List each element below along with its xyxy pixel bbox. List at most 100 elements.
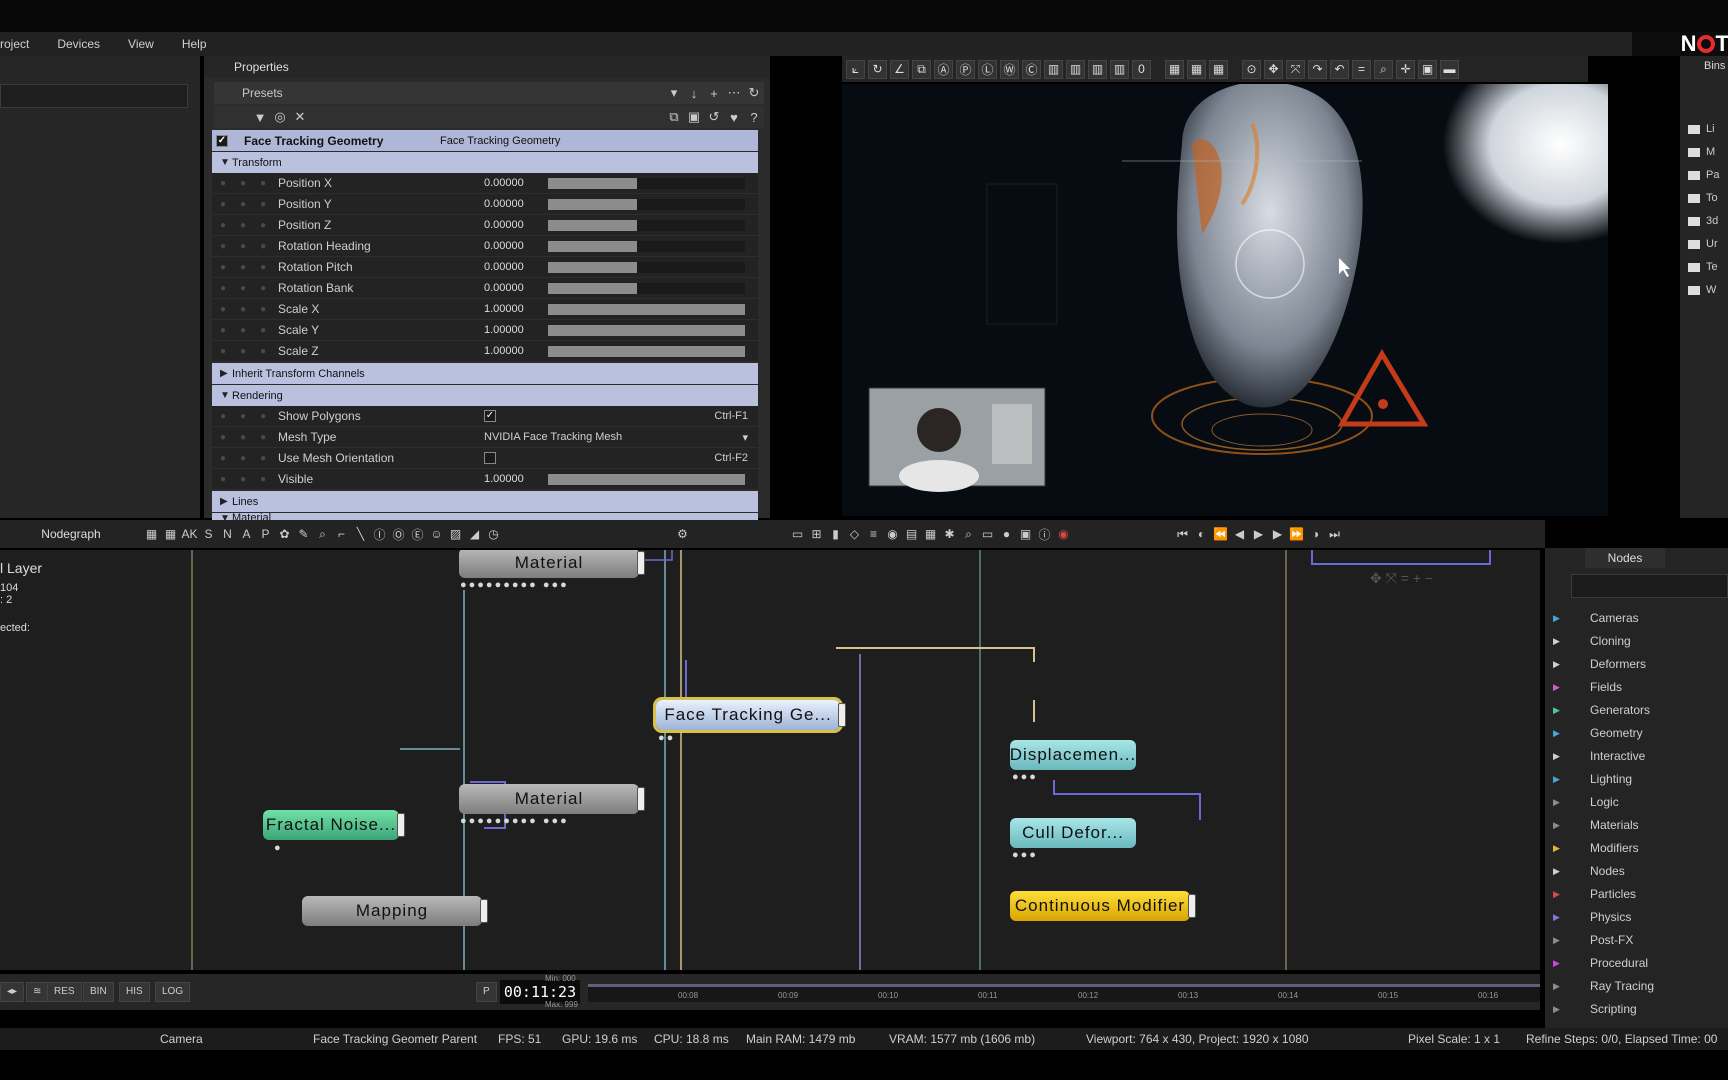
node-category-generators[interactable]: ▶ Generators bbox=[1553, 700, 1650, 720]
grid-a-icon[interactable]: ▦ bbox=[142, 525, 161, 543]
prop-row-rotation-bank[interactable]: ●●● Rotation Bank 0.00000 bbox=[212, 278, 758, 299]
step-forward-icon[interactable]: ▶ bbox=[1268, 525, 1287, 543]
node-category-cameras[interactable]: ▶ Cameras bbox=[1553, 608, 1639, 628]
play-mode-button[interactable]: P bbox=[476, 982, 497, 1002]
grid-1-icon[interactable]: ▥ bbox=[1044, 59, 1063, 79]
target-icon[interactable]: ◎ bbox=[270, 108, 290, 126]
mesh-type-select[interactable]: NVIDIA Face Tracking Mesh bbox=[484, 431, 622, 443]
prop-row-mesh-type[interactable]: ●●● Mesh Type NVIDIA Face Tracking Mesh … bbox=[212, 427, 758, 448]
material-mid-sockets[interactable]: ●●●●●●●●● ●●● bbox=[460, 815, 569, 827]
pan-icon[interactable]: ✛ bbox=[1396, 59, 1415, 79]
help-icon[interactable]: ? bbox=[744, 108, 764, 126]
prop-slider[interactable] bbox=[548, 177, 745, 189]
node-category-modifiers[interactable]: ▶ Modifiers bbox=[1553, 838, 1639, 858]
l-icon[interactable]: Ⓛ bbox=[978, 59, 997, 79]
rot-icon[interactable]: ▦ bbox=[1187, 59, 1206, 79]
move-icon[interactable]: ✥ bbox=[1264, 59, 1283, 79]
prop-row-position-z[interactable]: ●●● Position Z 0.00000 bbox=[212, 215, 758, 236]
paint-icon[interactable]: ✎ bbox=[294, 525, 313, 543]
prop-slider[interactable] bbox=[548, 261, 745, 273]
wire-icon[interactable]: ⌐ bbox=[332, 525, 351, 543]
material-top-sockets[interactable]: ●●●●●●●●● ●●● bbox=[460, 579, 569, 591]
visible-slider[interactable] bbox=[548, 473, 745, 485]
displacement-sockets[interactable]: ●●● bbox=[1012, 771, 1038, 783]
more-icon[interactable]: ⋯ bbox=[724, 84, 744, 102]
prop-slider[interactable] bbox=[548, 303, 745, 315]
cull-deformer-sockets[interactable]: ●●● bbox=[1012, 849, 1038, 861]
prop-value[interactable]: 1.00000 bbox=[484, 345, 542, 357]
filter-icon[interactable]: ▼ bbox=[250, 108, 270, 126]
node-category-fields[interactable]: ▶ Fields bbox=[1553, 677, 1622, 697]
prop-row-scale-x[interactable]: ●●● Scale X 1.00000 bbox=[212, 299, 758, 320]
cube-icon[interactable]: ◇ bbox=[845, 525, 864, 543]
prop-row-rotation-heading[interactable]: ●●● Rotation Heading 0.00000 bbox=[212, 236, 758, 257]
clear-icon[interactable]: ✕ bbox=[290, 108, 310, 126]
menu-devices[interactable]: Devices bbox=[43, 37, 114, 51]
paste-icon[interactable]: ▣ bbox=[684, 108, 704, 126]
node-category-materials[interactable]: ▶ Materials bbox=[1553, 815, 1639, 835]
zoom-icon[interactable]: ⌕ bbox=[1374, 59, 1393, 79]
grid-3-icon[interactable]: ▥ bbox=[1088, 59, 1107, 79]
res-button[interactable]: RES bbox=[47, 982, 82, 1002]
scale-icon[interactable]: ⧉ bbox=[912, 59, 931, 79]
prop-value[interactable]: 0.00000 bbox=[484, 240, 542, 252]
alert-icon[interactable]: ⓘ bbox=[1035, 525, 1054, 543]
camera-icon[interactable]: ▣ bbox=[1418, 59, 1437, 79]
dropdown-arrow-icon[interactable]: ▾ bbox=[664, 84, 684, 102]
tool-n[interactable]: N bbox=[218, 525, 237, 543]
log-button[interactable]: LOG bbox=[155, 982, 191, 1002]
left-search-input[interactable] bbox=[0, 84, 188, 108]
prop-value[interactable]: 1.00000 bbox=[484, 324, 542, 336]
film-icon[interactable]: ▤ bbox=[902, 525, 921, 543]
download-icon[interactable]: ↓ bbox=[684, 84, 704, 102]
scope-button[interactable]: ◂▸ bbox=[0, 982, 25, 1002]
redo-icon[interactable]: ↷ bbox=[1308, 59, 1327, 79]
prop-row-scale-y[interactable]: ●●● Scale Y 1.00000 bbox=[212, 320, 758, 341]
fast-forward-icon[interactable]: ⏩ bbox=[1287, 525, 1306, 543]
bin-item[interactable]: Ur bbox=[1688, 237, 1728, 251]
prop-slider[interactable] bbox=[548, 324, 745, 336]
loop-end-icon[interactable]: ◑ bbox=[1306, 525, 1325, 543]
zero-icon[interactable]: 0 bbox=[1132, 59, 1151, 79]
node-continuous-modifier[interactable]: Continuous Modifier bbox=[1010, 891, 1196, 921]
node-material-mid[interactable]: Material bbox=[459, 784, 645, 814]
nodes-search-input[interactable] bbox=[1571, 574, 1728, 598]
nodegraph-tab[interactable]: Nodegraph bbox=[0, 527, 142, 541]
skip-end-icon[interactable]: ⏭ bbox=[1325, 525, 1344, 543]
menu-project[interactable]: roject bbox=[0, 37, 43, 51]
scl-icon[interactable]: ▦ bbox=[1209, 59, 1228, 79]
vr-icon[interactable]: ▭ bbox=[978, 525, 997, 543]
skip-start-icon[interactable]: ⏮ bbox=[1173, 525, 1192, 543]
prop-value[interactable]: 0.00000 bbox=[484, 198, 542, 210]
bin-item[interactable]: Pa bbox=[1688, 168, 1728, 182]
render-viewport[interactable] bbox=[842, 84, 1608, 516]
node-category-logic[interactable]: ▶ Logic bbox=[1553, 792, 1619, 812]
tool-s[interactable]: S bbox=[199, 525, 218, 543]
menu-help[interactable]: Help bbox=[168, 37, 221, 51]
bin-item[interactable]: Te bbox=[1688, 260, 1728, 274]
section-inherit-transform[interactable]: ▶ Inherit Transform Channels bbox=[212, 363, 758, 384]
expand-icon[interactable]: ⤧ bbox=[1286, 59, 1305, 79]
bin-item[interactable]: To bbox=[1688, 191, 1728, 205]
tool-ak[interactable]: AK bbox=[180, 525, 199, 543]
nodes-tab[interactable]: Nodes bbox=[1585, 548, 1665, 568]
res-icon[interactable]: ▭ bbox=[788, 525, 807, 543]
node-cull-deformer[interactable]: Cull Defor... bbox=[1010, 818, 1136, 848]
node-face-tracking-geometry[interactable]: Face Tracking Ge... bbox=[653, 697, 846, 733]
rotate-icon[interactable]: ↻ bbox=[868, 59, 887, 79]
show-polygons-checkbox[interactable]: ✓ bbox=[484, 410, 496, 422]
ping-icon[interactable]: ▦ bbox=[921, 525, 940, 543]
in-icon[interactable]: Ⓘ bbox=[370, 525, 389, 543]
tool-p[interactable]: P bbox=[256, 525, 275, 543]
layers-icon[interactable]: ≡ bbox=[864, 525, 883, 543]
target-icon[interactable]: ⊙ bbox=[1242, 59, 1261, 79]
node-material-top[interactable]: Material bbox=[459, 550, 645, 578]
ak-icon[interactable]: Ⓐ bbox=[934, 59, 953, 79]
section-lines[interactable]: ▶ Lines bbox=[212, 491, 758, 512]
prop-value[interactable]: 0.00000 bbox=[484, 261, 542, 273]
clock-icon[interactable]: ◷ bbox=[484, 525, 503, 543]
loop-icon[interactable]: ◐ bbox=[1192, 525, 1211, 543]
node-category-physics[interactable]: ▶ Physics bbox=[1553, 907, 1631, 927]
prop-row-rotation-pitch[interactable]: ●●● Rotation Pitch 0.00000 bbox=[212, 257, 758, 278]
minus-icon[interactable]: ▬ bbox=[1440, 59, 1459, 79]
